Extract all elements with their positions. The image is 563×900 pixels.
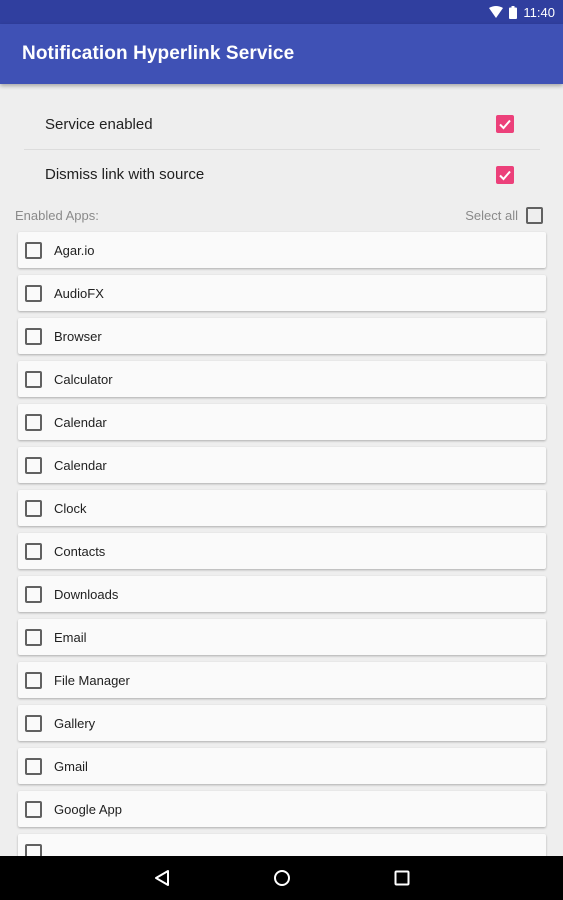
app-list-item[interactable]: Clock	[18, 490, 546, 526]
app-name-label: Browser	[54, 328, 102, 344]
app-checkbox[interactable]	[25, 757, 42, 775]
select-all-label: Select all	[465, 207, 518, 223]
app-checkbox[interactable]	[25, 327, 42, 345]
app-checkbox[interactable]	[25, 284, 42, 302]
app-list-item[interactable]: Calculator	[18, 361, 546, 397]
app-name-label: Contacts	[54, 543, 106, 559]
app-name-label: Calendar	[54, 457, 107, 473]
service-enabled-label: Service enabled	[45, 115, 153, 133]
dismiss-link-checkbox[interactable]	[496, 165, 514, 184]
dismiss-link-label: Dismiss link with source	[45, 166, 205, 183]
app-checkbox[interactable]	[25, 800, 42, 818]
app-name-label: Google App	[54, 801, 122, 817]
app-checkbox[interactable]	[25, 370, 42, 388]
app-name-label: Calendar	[54, 414, 107, 430]
app-list-item[interactable]: File Manager	[18, 662, 546, 698]
app-list-item[interactable]: AudioFX	[18, 275, 546, 311]
wifi-icon	[489, 6, 504, 18]
service-enabled-row[interactable]: Service enabled	[24, 99, 540, 149]
app-name-label: File Manager	[54, 672, 130, 688]
app-checkbox[interactable]	[25, 241, 42, 259]
app-checkbox[interactable]	[25, 628, 42, 646]
app-list-item[interactable]: Agar.io	[18, 232, 546, 268]
app-checkbox[interactable]	[25, 671, 42, 689]
app-list-item[interactable]: Browser	[18, 318, 546, 354]
app-bar: Notification Hyperlink Service	[0, 24, 563, 84]
apps-list: Agar.io AudioFX Browser Calculator Calendar C…	[18, 232, 546, 856]
app-list-item[interactable]: Gallery	[18, 705, 546, 741]
battery-icon	[509, 5, 518, 19]
app-list-item[interactable]: Calendar	[18, 404, 546, 440]
app-list-item[interactable]: Calendar	[18, 447, 546, 483]
home-icon[interactable]	[267, 863, 297, 893]
app-list-item[interactable]	[18, 834, 546, 856]
app-name-label: Agar.io	[54, 242, 95, 258]
apps-header: Enabled Apps: Select all	[15, 205, 543, 225]
app-name-label: Downloads	[54, 586, 119, 602]
app-name-label: Clock	[54, 500, 87, 516]
app-title: Notification Hyperlink Service	[22, 43, 295, 64]
app-name-label: AudioFX	[54, 285, 104, 301]
checkmark-icon	[499, 170, 511, 180]
app-list-item[interactable]: Downloads	[18, 576, 546, 612]
app-list-item[interactable]: Gmail	[18, 748, 546, 784]
app-checkbox[interactable]	[25, 456, 42, 474]
enabled-apps-label: Enabled Apps:	[15, 207, 99, 223]
service-enabled-checkbox[interactable]	[496, 115, 514, 133]
recents-icon[interactable]	[387, 863, 417, 893]
back-icon[interactable]	[147, 863, 177, 893]
app-checkbox[interactable]	[25, 843, 42, 856]
app-list-item[interactable]: Contacts	[18, 533, 546, 569]
app-checkbox[interactable]	[25, 499, 42, 517]
app-name-label: Gmail	[54, 758, 88, 774]
checkmark-icon	[499, 119, 511, 130]
navigation-bar	[0, 856, 563, 900]
app-name-label: Calculator	[54, 371, 113, 387]
app-checkbox[interactable]	[25, 542, 42, 560]
app-checkbox[interactable]	[25, 413, 42, 431]
select-all-toggle[interactable]: Select all	[465, 206, 543, 224]
app-name-label: Email	[54, 629, 87, 645]
dismiss-link-row[interactable]: Dismiss link with source	[24, 149, 540, 199]
app-list-item[interactable]: Google App	[18, 791, 546, 827]
app-list-item[interactable]: Email	[18, 619, 546, 655]
main-content: Service enabled Dismiss link with source…	[0, 84, 563, 856]
status-bar: 11:40	[0, 0, 563, 24]
select-all-checkbox[interactable]	[526, 206, 543, 224]
app-checkbox[interactable]	[25, 585, 42, 603]
clock-text: 11:40	[523, 4, 555, 20]
app-name-label: Gallery	[54, 715, 96, 731]
app-checkbox[interactable]	[25, 714, 42, 732]
